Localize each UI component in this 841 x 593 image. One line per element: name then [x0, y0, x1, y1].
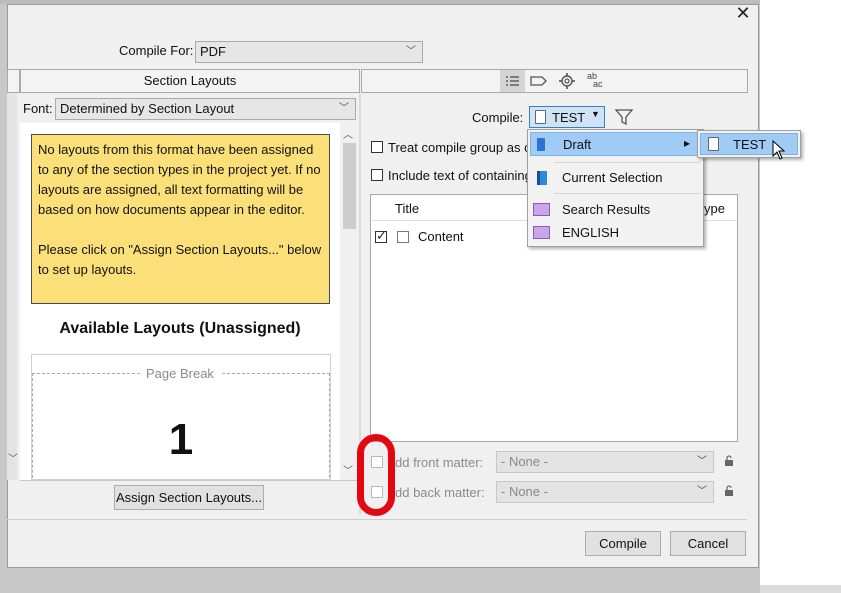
background-strip-bottom: [0, 568, 760, 593]
no-layouts-note: No layouts from this format have been as…: [31, 134, 330, 304]
lock-icon[interactable]: [723, 455, 735, 467]
menu-item-search-results[interactable]: Search Results: [530, 199, 700, 221]
layout-number: 1: [168, 415, 194, 464]
page-break-label: Page Break: [140, 366, 220, 381]
note-paragraph-2: Please click on "Assign Section Layouts.…: [38, 242, 322, 277]
note-paragraph-1: No layouts from this format have been as…: [38, 142, 321, 217]
menu-item-english[interactable]: ENGLISH: [530, 222, 700, 244]
front-matter-select[interactable]: - None - ﹀: [496, 451, 714, 473]
menu-item-draft[interactable]: Draft ▸: [530, 132, 700, 156]
replace-icon-bottom: ac: [593, 79, 603, 89]
row-title: Content: [418, 229, 464, 244]
treat-compile-group-label: Treat compile group as co: [388, 140, 538, 155]
layout-card-page-break[interactable]: Page Break 1: [31, 354, 331, 480]
search-collection-icon: [533, 226, 550, 239]
cancel-button[interactable]: Cancel: [670, 531, 746, 556]
right-panel-toolbar: [361, 69, 748, 93]
compile-group-value: TEST: [552, 110, 586, 125]
replace-text-icon[interactable]: ab ac: [584, 72, 610, 92]
menu-item-current-selection-label: Current Selection: [562, 170, 663, 185]
back-matter-select[interactable]: - None - ﹀: [496, 481, 714, 503]
menu-item-search-results-label: Search Results: [562, 202, 651, 217]
filter-icon: [614, 109, 634, 126]
font-select[interactable]: Determined by Section Layout ﹀: [55, 98, 356, 120]
include-checkbox[interactable]: [375, 228, 387, 244]
mouse-cursor-icon: [772, 139, 786, 160]
close-icon[interactable]: ✕: [735, 4, 751, 22]
assign-section-layouts-button[interactable]: Assign Section Layouts...: [114, 485, 264, 510]
left-collapsed-panel: [7, 93, 17, 480]
chevron-down-icon: ﹀: [697, 486, 707, 497]
menu-item-english-label: ENGLISH: [562, 225, 620, 240]
list-tab[interactable]: [500, 70, 525, 92]
document-icon: [397, 231, 409, 243]
draft-folder-icon: [537, 138, 545, 151]
available-layouts-title: Available Layouts (Unassigned): [59, 320, 301, 337]
settings-tab[interactable]: [556, 70, 578, 92]
include-text-label: Include text of containing: [388, 168, 532, 183]
font-value: Determined by Section Layout: [60, 101, 235, 116]
compile-group-menu: Draft ▸ Current Selection Search Results…: [527, 129, 704, 247]
chevron-down-icon: ﹀: [406, 46, 416, 57]
compile-button[interactable]: Compile: [585, 531, 661, 556]
chevron-down-icon[interactable]: ﹀: [8, 450, 18, 465]
include-text-checkbox[interactable]: [371, 169, 383, 181]
scroll-up-icon[interactable]: ︿: [343, 126, 353, 141]
dropdown-arrow-icon: ▼: [591, 109, 600, 119]
column-type-header[interactable]: ype: [704, 201, 725, 216]
menu-item-draft-label: Draft: [563, 137, 592, 152]
compile-for-value: PDF: [200, 44, 226, 59]
tag-icon: [530, 76, 547, 86]
back-matter-value: - None -: [501, 484, 548, 499]
column-title-header[interactable]: Title: [395, 201, 419, 216]
list-icon: [506, 76, 519, 86]
document-icon: [708, 137, 719, 151]
lock-icon[interactable]: [723, 485, 735, 497]
background-strip-bottom-right: [758, 585, 841, 593]
menu-item-current-selection[interactable]: Current Selection: [530, 166, 700, 190]
section-layouts-header: Section Layouts: [20, 69, 360, 93]
compile-for-label: Compile For:: [119, 43, 194, 58]
left-edge-bar: [7, 69, 20, 93]
section-layouts-header-label: Section Layouts: [143, 73, 237, 88]
annotation-highlight-ring: [357, 434, 395, 516]
chevron-down-icon: ﹀: [697, 456, 707, 467]
menu-separator: [554, 193, 700, 194]
document-icon: [535, 110, 546, 124]
compile-for-select[interactable]: PDF ﹀: [195, 41, 423, 63]
treat-compile-group-checkbox[interactable]: [371, 141, 383, 153]
front-matter-value: - None -: [501, 454, 548, 469]
submenu-arrow-icon: ▸: [684, 136, 691, 150]
footer-divider: [7, 519, 747, 520]
search-collection-icon: [533, 203, 550, 216]
compile-group-select[interactable]: TEST ▼: [529, 106, 605, 128]
filter-button[interactable]: [613, 107, 635, 127]
tag-tab[interactable]: [528, 70, 550, 92]
chevron-down-icon: ﹀: [339, 103, 349, 114]
scroll-down-icon[interactable]: ﹀: [343, 462, 353, 477]
font-label: Font:: [23, 101, 53, 116]
submenu-item-test-label: TEST: [733, 137, 767, 152]
scrollbar-thumb[interactable]: [343, 143, 356, 229]
current-selection-icon: [537, 171, 547, 185]
background-page-right: [760, 0, 841, 593]
front-matter-label: dd front matter:: [395, 455, 484, 470]
compile-label: Compile:: [472, 110, 524, 125]
back-matter-label: dd back matter:: [395, 485, 485, 500]
menu-separator: [554, 162, 700, 163]
gear-icon: [559, 73, 575, 89]
